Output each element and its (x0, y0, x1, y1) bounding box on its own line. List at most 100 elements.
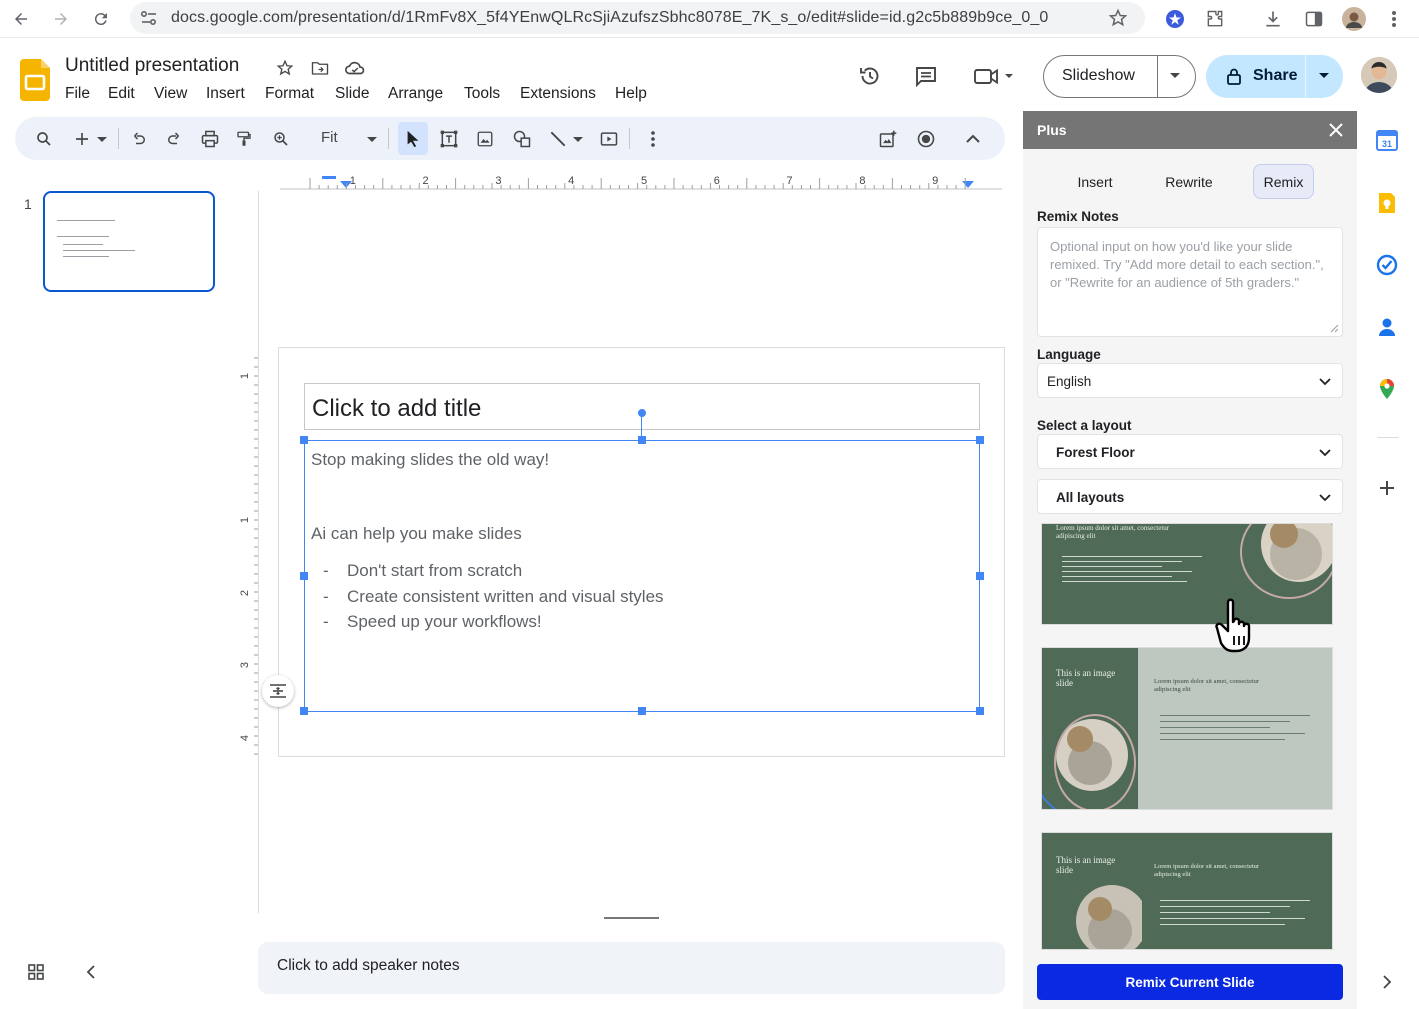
title-placeholder[interactable]: Click to add title (304, 383, 980, 430)
share-button[interactable]: Share (1206, 55, 1343, 98)
tab-remix[interactable]: Remix (1253, 164, 1314, 199)
profile-avatar-icon[interactable] (1340, 5, 1368, 33)
layout-card[interactable]: This is an image slide Lorem ipsum dolor… (1041, 832, 1333, 950)
record-icon[interactable] (914, 127, 938, 151)
menu-view[interactable]: View (154, 85, 187, 103)
insert-video-icon[interactable] (597, 127, 621, 151)
resize-handle[interactable] (300, 436, 308, 444)
forward-icon[interactable] (47, 5, 75, 33)
get-addons-plus-icon[interactable] (1375, 476, 1399, 500)
layout-card[interactable]: This is an image slide Lorem ipsum dolor… (1041, 647, 1333, 810)
resize-handle[interactable] (976, 436, 984, 444)
speaker-notes-placeholder[interactable]: Click to add speaker notes (277, 957, 460, 975)
browser-menu-icon[interactable] (1380, 5, 1408, 33)
line-chevron-icon[interactable] (571, 127, 585, 151)
autofit-options-button[interactable] (262, 675, 294, 707)
more-options-icon[interactable] (641, 127, 665, 151)
menu-format[interactable]: Format (265, 85, 314, 103)
tab-rewrite[interactable]: Rewrite (1155, 164, 1223, 199)
slideshow-button[interactable]: Slideshow (1043, 55, 1196, 98)
grid-view-icon[interactable] (26, 962, 46, 982)
slide-thumbnail[interactable] (43, 191, 215, 292)
resize-handle[interactable] (638, 436, 646, 444)
slides-logo-icon[interactable] (20, 59, 50, 101)
line-icon[interactable] (546, 127, 570, 151)
new-slide-layout-chevron-icon[interactable] (95, 127, 109, 151)
resize-handle[interactable] (638, 707, 646, 715)
url-text[interactable]: docs.google.com/presentation/d/1RmFv8X_5… (171, 9, 1048, 27)
extension-blue-icon[interactable] (1161, 5, 1189, 33)
body-line-1[interactable]: Stop making slides the old way! (311, 450, 549, 470)
download-icon[interactable] (1259, 5, 1287, 33)
remix-current-slide-button[interactable]: Remix Current Slide (1037, 964, 1343, 1000)
site-settings-icon[interactable] (140, 10, 158, 26)
bookmark-star-icon[interactable] (1108, 8, 1128, 28)
speaker-notes[interactable]: Click to add speaker notes (258, 942, 1005, 994)
comments-icon[interactable] (912, 62, 940, 90)
menu-help[interactable]: Help (615, 85, 647, 103)
move-folder-icon[interactable] (310, 58, 330, 78)
contacts-icon[interactable] (1375, 315, 1399, 339)
tasks-icon[interactable] (1375, 253, 1399, 277)
expand-rail-chevron-icon[interactable] (1375, 970, 1399, 994)
resize-handle[interactable] (300, 572, 308, 580)
account-avatar[interactable] (1361, 57, 1397, 93)
bullet-item[interactable]: Don't start from scratch (347, 561, 522, 581)
share-label[interactable]: Share (1253, 67, 1297, 85)
layout-filter-select[interactable]: All layouts (1037, 479, 1343, 514)
body-text-box[interactable]: Stop making slides the old way! Ai can h… (304, 440, 980, 712)
collapse-filmstrip-icon[interactable] (82, 962, 100, 982)
menu-tools[interactable]: Tools (464, 85, 500, 103)
resize-handle[interactable] (976, 707, 984, 715)
meet-video-icon[interactable] (970, 62, 1018, 90)
print-icon[interactable] (198, 127, 222, 151)
rotate-handle[interactable] (638, 409, 646, 417)
keep-icon[interactable] (1375, 191, 1399, 215)
remix-notes-textarea[interactable]: Optional input on how you'd like your sl… (1037, 227, 1343, 337)
new-slide-plus-icon[interactable] (70, 127, 94, 151)
resize-handle[interactable] (300, 707, 308, 715)
zoom-select-value[interactable]: Fit (321, 129, 338, 146)
extensions-puzzle-icon[interactable] (1201, 5, 1229, 33)
bullet-item[interactable]: Create consistent written and visual sty… (347, 587, 664, 607)
side-panel-icon[interactable] (1300, 5, 1328, 33)
layout-card[interactable]: Lorem ipsum dolor sit amet, consectetur … (1041, 523, 1333, 625)
resize-handle[interactable] (976, 572, 984, 580)
menu-insert[interactable]: Insert (206, 85, 245, 103)
resize-grip-icon[interactable] (1330, 324, 1339, 333)
menu-arrange[interactable]: Arrange (388, 85, 443, 103)
add-to-slide-icon[interactable] (876, 127, 900, 151)
undo-icon[interactable] (127, 127, 151, 151)
close-icon[interactable] (1327, 121, 1345, 139)
menu-file[interactable]: File (65, 85, 90, 103)
notes-resize-handle[interactable] (604, 917, 659, 919)
title-placeholder-text[interactable]: Click to add title (312, 395, 481, 423)
slideshow-options-chevron-icon[interactable] (1169, 71, 1181, 81)
menu-edit[interactable]: Edit (108, 85, 135, 103)
select-cursor-icon[interactable] (401, 127, 425, 151)
tab-insert[interactable]: Insert (1063, 164, 1127, 199)
star-icon[interactable] (275, 58, 295, 78)
address-bar[interactable]: docs.google.com/presentation/d/1RmFv8X_5… (130, 2, 1145, 34)
menu-slide[interactable]: Slide (335, 85, 369, 103)
back-icon[interactable] (7, 5, 35, 33)
calendar-icon[interactable]: 31 (1375, 128, 1399, 152)
language-select[interactable]: English (1037, 363, 1343, 398)
share-options-chevron-icon[interactable] (1318, 71, 1330, 81)
maps-icon[interactable] (1375, 377, 1399, 401)
zoom-chevron-icon[interactable] (365, 127, 379, 151)
paint-format-icon[interactable] (232, 127, 256, 151)
menu-extensions[interactable]: Extensions (520, 85, 596, 103)
insert-image-icon[interactable] (473, 127, 497, 151)
layout-theme-select[interactable]: Forest Floor (1037, 434, 1343, 469)
collapse-toolbar-icon[interactable] (961, 127, 985, 151)
slideshow-label[interactable]: Slideshow (1062, 67, 1135, 85)
zoom-icon[interactable] (269, 127, 293, 151)
reload-icon[interactable] (87, 5, 115, 33)
shape-icon[interactable] (510, 127, 534, 151)
version-history-icon[interactable] (856, 62, 884, 90)
document-title[interactable]: Untitled presentation (65, 55, 239, 77)
bullet-item[interactable]: Speed up your workflows! (347, 612, 542, 632)
text-box-icon[interactable] (437, 127, 461, 151)
cloud-status-icon[interactable] (344, 58, 366, 78)
